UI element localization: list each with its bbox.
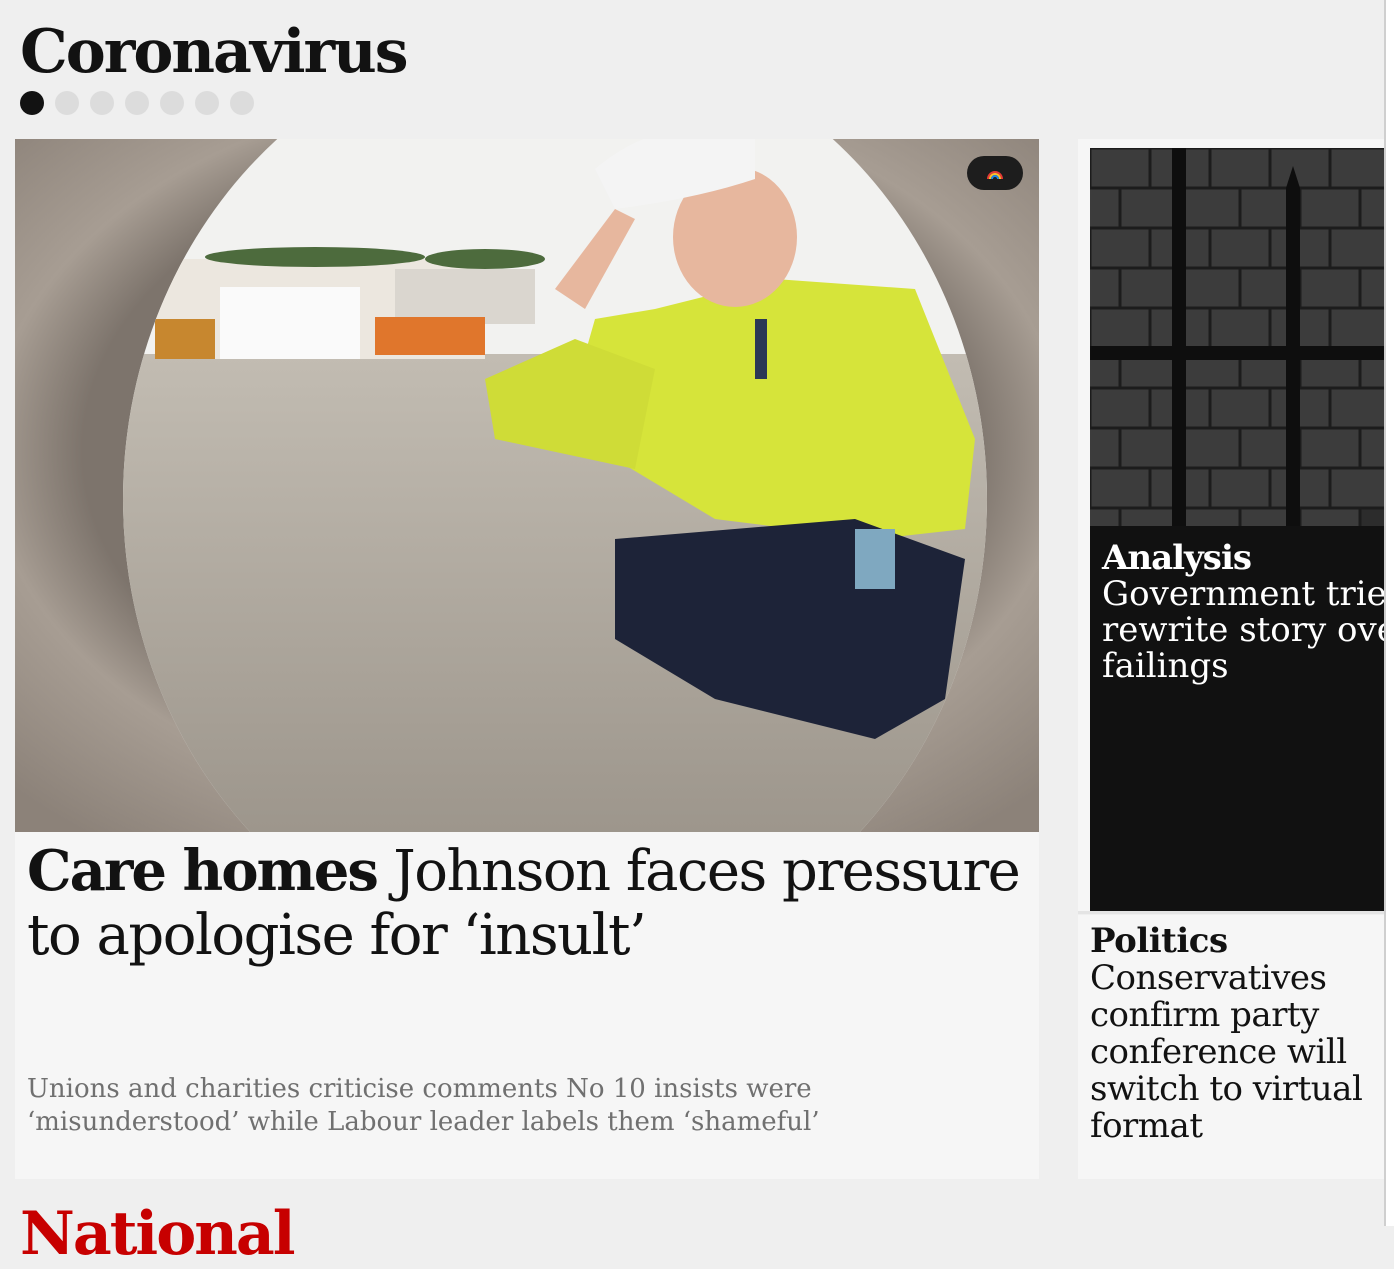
carousel-dot-6[interactable] <box>195 91 219 115</box>
analysis-story-headline[interactable]: Analysis Government tries to rewrite sto… <box>1102 540 1384 684</box>
analysis-story-card[interactable]: Analysis Government tries to rewrite sto… <box>1078 139 1384 911</box>
analysis-story-image[interactable]: Analysis Government tries to rewrite sto… <box>1090 148 1384 911</box>
rainbow-badge[interactable] <box>967 156 1023 190</box>
politics-story-headline-text: Conservatives confirm party conference w… <box>1090 958 1363 1146</box>
analysis-story-kicker: Analysis <box>1102 538 1252 578</box>
next-column-edge[interactable] <box>1384 0 1394 1226</box>
carousel-dots <box>20 91 254 115</box>
section-title[interactable]: Coronavirus <box>20 12 409 92</box>
carousel-dot-1[interactable] <box>20 91 44 115</box>
card-divider <box>1078 911 1384 914</box>
carousel-dot-3[interactable] <box>90 91 114 115</box>
main-story-standfirst: Unions and charities criticise comments … <box>27 1074 820 1137</box>
main-story-headline[interactable]: Care homes Johnson faces pressure to apo… <box>27 839 1027 968</box>
carousel-dot-5[interactable] <box>160 91 184 115</box>
politics-story-kicker: Politics <box>1090 921 1228 961</box>
politics-story-card[interactable]: Politics Conservatives confirm party conf… <box>1078 915 1384 1179</box>
carousel-dot-7[interactable] <box>230 91 254 115</box>
next-section-title[interactable]: National <box>20 1204 296 1264</box>
rainbow-icon <box>987 165 1003 181</box>
main-story-image[interactable] <box>15 139 1039 832</box>
analysis-story-headline-text: Government tries to rewrite story over f… <box>1102 574 1384 686</box>
carousel-dot-4[interactable] <box>125 91 149 115</box>
politics-story-headline[interactable]: Politics Conservatives confirm party conf… <box>1090 923 1380 1145</box>
main-story-kicker: Care homes <box>27 838 379 904</box>
main-story-card[interactable]: Care homes Johnson faces pressure to apo… <box>15 139 1039 1179</box>
carousel-dot-2[interactable] <box>55 91 79 115</box>
